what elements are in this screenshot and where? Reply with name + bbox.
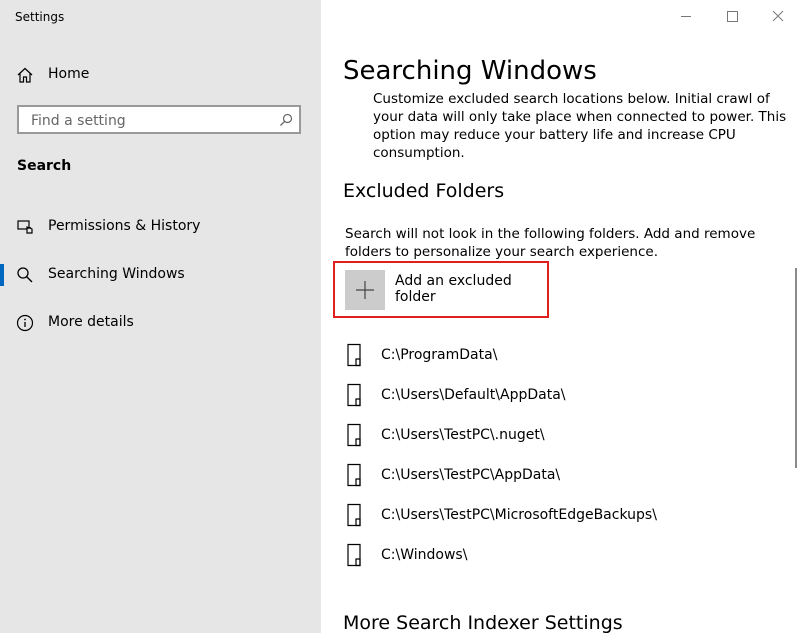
excluded-folder-item[interactable]: C:\Windows\: [343, 536, 773, 576]
sidebar-item-more-details[interactable]: More details: [0, 302, 321, 342]
sidebar-item-label: Searching Windows: [48, 266, 185, 282]
page-title: Searching Windows: [343, 56, 597, 86]
folder-path: C:\Users\TestPC\.nuget\: [381, 427, 545, 443]
folder-icon: [347, 343, 361, 367]
sidebar-item-searching-windows[interactable]: Searching Windows: [0, 254, 321, 294]
main-content: Searching Windows Customize excluded sea…: [321, 0, 801, 634]
folder-path: C:\ProgramData\: [381, 347, 498, 363]
minimize-button[interactable]: [663, 0, 709, 32]
sidebar-item-permissions-history[interactable]: Permissions & History: [0, 206, 321, 246]
folder-path: C:\Users\Default\AppData\: [381, 387, 566, 403]
folder-path: C:\Users\TestPC\AppData\: [381, 467, 561, 483]
find-setting-search: [17, 105, 301, 134]
info-icon: [16, 314, 34, 332]
excluded-folder-item[interactable]: C:\Users\TestPC\.nuget\: [343, 416, 773, 456]
search-icon[interactable]: [279, 113, 293, 127]
folder-path: C:\Users\TestPC\MicrosoftEdgeBackups\: [381, 507, 657, 523]
sidebar: Settings Home Search Permissions & Histo…: [0, 0, 321, 633]
search-icon: [17, 267, 33, 283]
maximize-button[interactable]: [709, 0, 755, 32]
scrollbar[interactable]: [795, 268, 797, 468]
sidebar-item-home[interactable]: Home: [0, 54, 321, 94]
excluded-folders-explanation: Search will not look in the following fo…: [345, 226, 756, 260]
folder-path: C:\Windows\: [381, 547, 468, 563]
folder-icon: [347, 463, 361, 487]
excluded-folder-item[interactable]: C:\Users\Default\AppData\: [343, 376, 773, 416]
excluded-folder-item[interactable]: C:\Users\TestPC\MicrosoftEdgeBackups\: [343, 496, 773, 536]
close-button[interactable]: [755, 0, 801, 32]
maximize-icon: [727, 11, 738, 22]
plus-tile: [345, 270, 385, 310]
home-icon: [17, 67, 33, 83]
excluded-folder-item[interactable]: C:\ProgramData\: [343, 336, 773, 376]
sidebar-item-label: Home: [48, 66, 90, 82]
excluded-folder-item[interactable]: C:\Users\TestPC\AppData\: [343, 456, 773, 496]
folder-icon: [347, 543, 361, 567]
plus-icon: [356, 281, 374, 299]
folder-icon: [347, 423, 361, 447]
permissions-icon: [17, 220, 33, 234]
add-excluded-folder-button[interactable]: Add an excluded folder: [345, 270, 555, 312]
folder-icon: [347, 503, 361, 527]
more-search-indexer-heading: More Search Indexer Settings: [343, 612, 623, 634]
sidebar-item-label: Permissions & History: [48, 218, 201, 234]
search-input[interactable]: [29, 111, 273, 131]
sidebar-item-label: More details: [48, 314, 134, 330]
section-heading: Search: [17, 158, 72, 174]
add-excluded-folder-label: Add an excluded folder: [395, 273, 512, 305]
minimize-icon: [681, 16, 691, 17]
close-icon: [772, 10, 784, 22]
description-text: Customize excluded search locations belo…: [373, 91, 787, 161]
folder-icon: [347, 383, 361, 407]
window-title: Settings: [15, 10, 65, 24]
excluded-folders-heading: Excluded Folders: [343, 180, 505, 202]
